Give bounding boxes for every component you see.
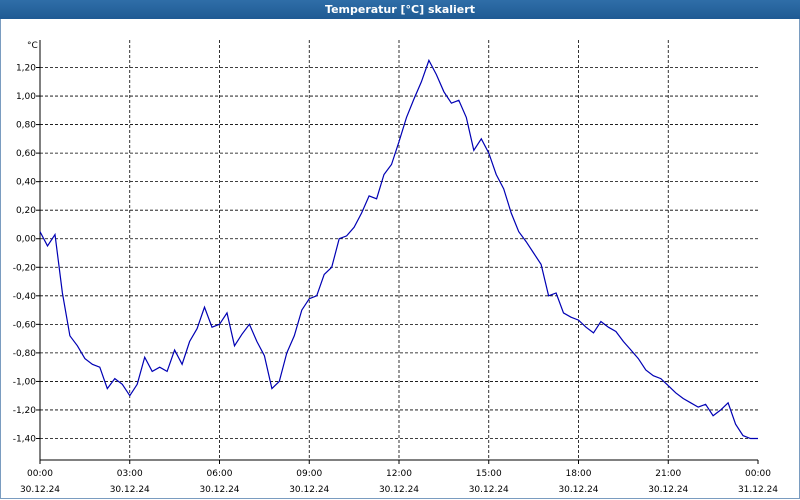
y-tick-label: -1,40 <box>13 435 37 445</box>
y-tick-label: 1,00 <box>16 92 36 102</box>
y-tick-label: -0,40 <box>13 292 37 302</box>
y-tick-label: -0,20 <box>13 263 37 273</box>
y-tick-label: 0,80 <box>16 121 36 131</box>
x-tick-labels: 00:00 30.12.24 03:00 30.12.24 06:00 30.12.24 0… <box>20 469 778 495</box>
x-tick-date: 30.12.24 <box>379 485 419 495</box>
x-tick-time: 18:00 <box>566 469 592 479</box>
y-tick-labels: 1,20 1,00 0,80 0,60 0,40 0,20 0,00 -0,20 -0,40 -0… <box>13 64 37 445</box>
x-tick-time: 03:00 <box>117 469 143 479</box>
axes <box>36 40 759 464</box>
y-tick-label: 1,20 <box>16 64 36 74</box>
y-tick-label: -1,00 <box>13 377 37 387</box>
y-tick-label: 0,00 <box>16 235 36 245</box>
temperature-chart: 1,20 1,00 0,80 0,60 0,40 0,20 0,00 -0,20 -0,40 -0… <box>13 40 778 495</box>
y-tick-label: -0,80 <box>13 349 37 359</box>
x-tick-time: 00:00 <box>27 469 53 479</box>
x-tick-date: 30.12.24 <box>20 485 60 495</box>
y-tick-label: -0,60 <box>13 320 37 330</box>
x-tick-time: 21:00 <box>655 469 681 479</box>
y-tick-label: -1,20 <box>13 406 37 416</box>
y-axis-unit: °C <box>27 41 38 51</box>
x-tick-date: 30.12.24 <box>648 485 688 495</box>
x-tick-date: 31.12.24 <box>738 485 778 495</box>
x-tick-time: 06:00 <box>207 469 233 479</box>
x-tick-date: 30.12.24 <box>199 485 239 495</box>
x-tick-date: 30.12.24 <box>469 485 509 495</box>
x-tick-time: 09:00 <box>296 469 322 479</box>
y-tick-label: 0,40 <box>16 178 36 188</box>
x-tick-date: 30.12.24 <box>289 485 329 495</box>
x-tick-time: 15:00 <box>476 469 502 479</box>
x-tick-date: 30.12.24 <box>558 485 598 495</box>
y-tick-label: 0,60 <box>16 149 36 159</box>
x-tick-time: 00:00 <box>745 469 771 479</box>
grid-lines <box>40 40 758 460</box>
x-tick-time: 12:00 <box>386 469 412 479</box>
y-tick-label: 0,20 <box>16 206 36 216</box>
x-tick-date: 30.12.24 <box>110 485 150 495</box>
